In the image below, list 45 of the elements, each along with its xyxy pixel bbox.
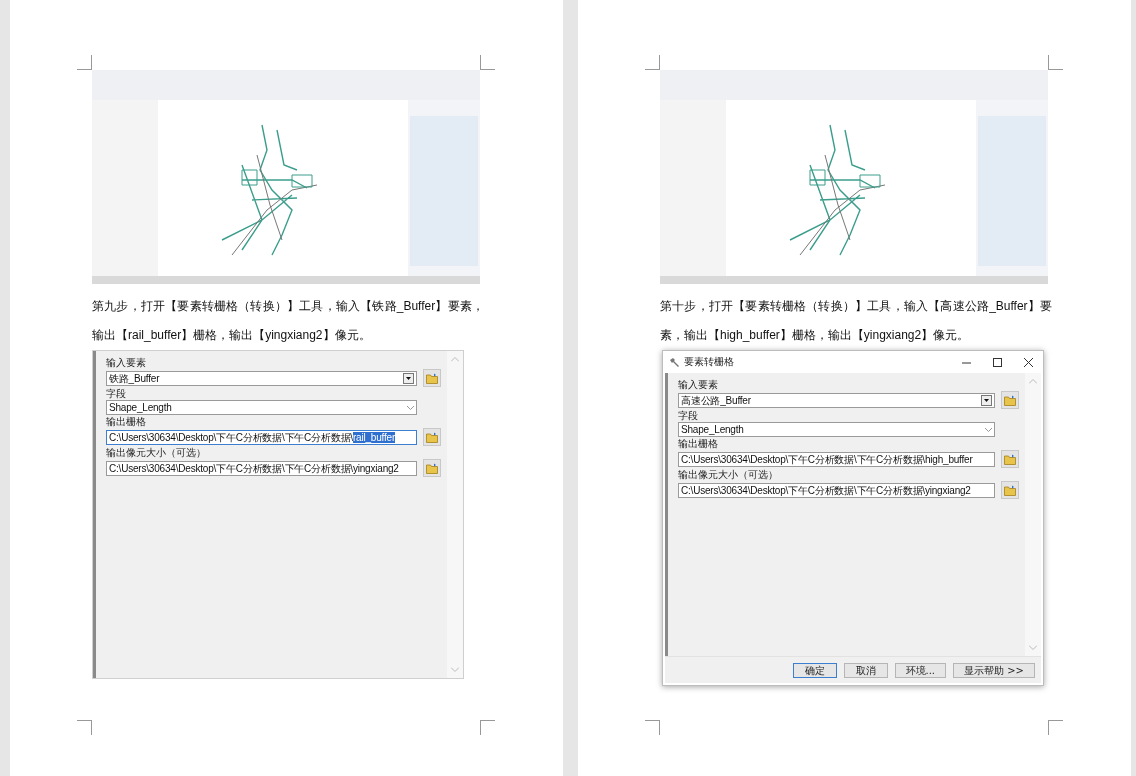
- dropdown-arrow-icon: [406, 376, 411, 380]
- maximize-icon[interactable]: [993, 357, 1002, 367]
- hammer-icon: [669, 356, 680, 368]
- browse-button[interactable]: [423, 459, 441, 477]
- close-icon[interactable]: [1024, 357, 1033, 367]
- dialog-button[interactable]: 显示帮助 >>: [953, 662, 1035, 678]
- scroll-down-icon[interactable]: [1029, 645, 1037, 650]
- window-title: 要素转栅格: [684, 355, 735, 369]
- field-label: 字段: [106, 388, 127, 400]
- dialog-button[interactable]: 环境...: [894, 662, 947, 678]
- chevron-down-icon: [407, 405, 414, 410]
- folder-icon: [1004, 484, 1016, 496]
- chevron-down-icon: [985, 427, 992, 432]
- field-label: 字段: [678, 410, 699, 422]
- combo-box[interactable]: 高速公路_Buffer: [678, 392, 995, 408]
- folder-icon: [426, 431, 438, 443]
- browse-button[interactable]: [1001, 450, 1019, 468]
- dialog-button[interactable]: 确定: [792, 662, 837, 678]
- field-label: 输出像元大小（可选）: [678, 469, 779, 481]
- step-paragraph: 第九步，打开【要素转栅格（转换）】工具，输入【铁路_Buffer】要素，输出【rail_buffer】栅格，输出【yingxiang2】像元。: [92, 298, 484, 344]
- field-label: 输出栅格: [106, 416, 147, 428]
- path-field[interactable]: C:\Users\30634\Desktop\下午C分析数据\下午C分析数据\high_buffer: [678, 451, 995, 467]
- combo-box[interactable]: 铁路_Buffer: [106, 370, 417, 386]
- field-label: 输出像元大小（可选）: [106, 447, 207, 459]
- scroll-up-icon[interactable]: [451, 357, 459, 362]
- browse-button[interactable]: [423, 428, 441, 446]
- path-field[interactable]: C:\Users\30634\Desktop\下午C分析数据\下午C分析数据\yingxiang2: [106, 460, 417, 476]
- browse-button[interactable]: [1001, 391, 1019, 409]
- dropdown-field[interactable]: Shape_Length: [678, 422, 995, 437]
- dialog-button[interactable]: 取消: [843, 662, 888, 678]
- field-label: 输出栅格: [678, 438, 719, 450]
- field-label: 输入要素: [106, 357, 147, 369]
- scroll-up-icon[interactable]: [1029, 379, 1037, 384]
- dropdown-arrow-icon: [984, 398, 989, 402]
- folder-icon: [1004, 394, 1016, 406]
- step-paragraph: 第十步，打开【要素转栅格（转换）】工具，输入【高速公路_Buffer】要素，输出【high_buffer】栅格，输出【yingxiang2】像元。: [660, 298, 1052, 344]
- dropdown-field[interactable]: Shape_Length: [106, 400, 417, 415]
- folder-icon: [426, 462, 438, 474]
- field-label: 输入要素: [678, 379, 719, 391]
- path-field[interactable]: C:\Users\30634\Desktop\下午C分析数据\下午C分析数据\yingxiang2: [678, 482, 995, 498]
- folder-icon: [426, 372, 438, 384]
- browse-button[interactable]: [1001, 481, 1019, 499]
- folder-icon: [1004, 453, 1016, 465]
- browse-button[interactable]: [423, 369, 441, 387]
- scroll-down-icon[interactable]: [451, 667, 459, 672]
